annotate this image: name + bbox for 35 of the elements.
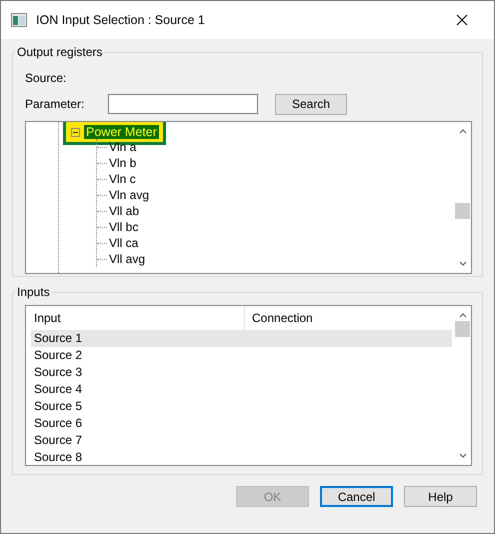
- parameter-label: Parameter:: [25, 97, 86, 111]
- window-title: ION Input Selection : Source 1: [36, 13, 206, 27]
- column-header[interactable]: Connection: [245, 311, 313, 325]
- tree-item[interactable]: Vln avg: [109, 188, 150, 202]
- group-label: Output registers: [16, 45, 104, 59]
- scroll-up-icon[interactable]: [458, 312, 466, 318]
- scroll-down-icon[interactable]: [458, 453, 466, 459]
- tree-node[interactable]: Power Meter: [84, 125, 159, 139]
- list-row[interactable]: Source 8: [31, 449, 452, 465]
- collapse-icon[interactable]: [71, 128, 80, 136]
- list-row[interactable]: Source 6: [31, 415, 452, 432]
- parameter-field[interactable]: [108, 94, 258, 114]
- tree-item[interactable]: Vln c: [109, 172, 136, 186]
- scroll-thumb[interactable]: [455, 321, 470, 337]
- list-row[interactable]: Source 5: [31, 398, 452, 415]
- list-row[interactable]: Source 4: [31, 381, 452, 398]
- scroll-up-icon[interactable]: [458, 128, 466, 134]
- list-row[interactable]: Source 3: [31, 364, 452, 381]
- tree-item[interactable]: Vll ab: [109, 204, 140, 218]
- tree-item[interactable]: Vll bc: [109, 220, 138, 234]
- close-icon[interactable]: [456, 14, 468, 26]
- scroll-thumb[interactable]: [455, 203, 470, 219]
- app-icon: [11, 13, 27, 27]
- source-label: Source:: [25, 71, 66, 85]
- group-label: Inputs: [16, 285, 51, 299]
- tree-item[interactable]: Vll ca: [109, 236, 138, 250]
- list-row[interactable]: Source 7: [31, 432, 452, 449]
- tree-item[interactable]: Vln b: [109, 156, 136, 170]
- list-row[interactable]: Source 1: [31, 330, 452, 347]
- dialog-button[interactable]: Cancel: [320, 486, 393, 507]
- dialog-button[interactable]: Help: [404, 486, 477, 507]
- tree-item[interactable]: Vll avg: [109, 252, 146, 266]
- list-row[interactable]: Source 2: [31, 347, 452, 364]
- search-button[interactable]: Search: [275, 94, 347, 114]
- scroll-down-icon[interactable]: [458, 261, 466, 267]
